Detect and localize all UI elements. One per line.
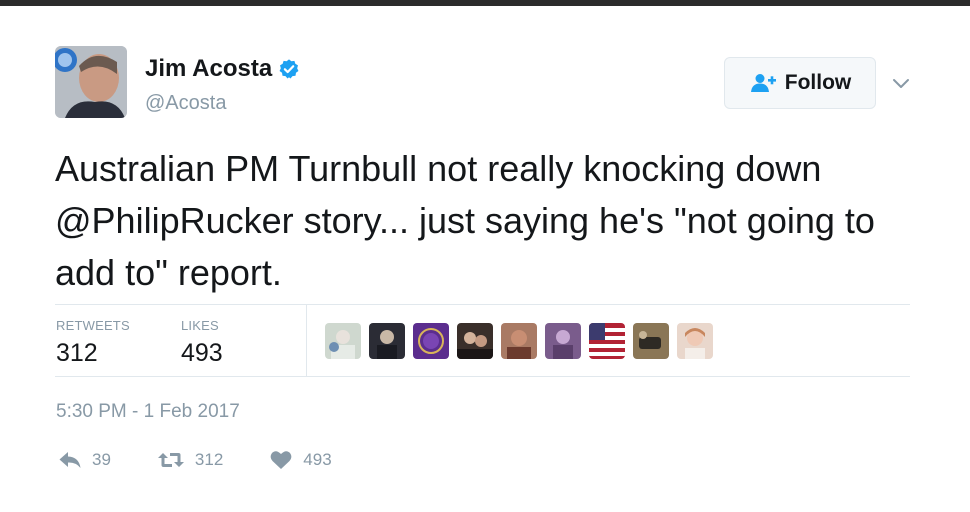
follow-button[interactable]: Follow (724, 57, 876, 109)
chevron-down-icon[interactable] (888, 72, 914, 94)
liker-avatar[interactable] (545, 323, 581, 359)
like-count: 493 (303, 450, 332, 469)
retweet-icon (157, 453, 184, 467)
tweet-actions: 39 312 493 (58, 449, 378, 471)
tweet-timestamp[interactable]: 5:30 PM - 1 Feb 2017 (56, 401, 240, 423)
retweet-button[interactable]: 312 (157, 450, 223, 470)
reply-icon (59, 452, 81, 468)
top-edge (0, 0, 970, 6)
liker-avatar[interactable] (325, 323, 361, 359)
liker-avatar[interactable] (457, 323, 493, 359)
heart-icon (270, 451, 292, 469)
person-plus-icon (750, 74, 776, 92)
retweets-label: RETWEETS (56, 318, 130, 333)
retweets-stat[interactable]: RETWEETS 312 (56, 318, 130, 368)
retweets-count: 312 (56, 339, 98, 367)
likes-count: 493 (181, 339, 223, 367)
author-avatar[interactable] (55, 46, 127, 118)
stats-divider (306, 305, 307, 376)
retweet-count: 312 (194, 450, 224, 469)
reply-button[interactable]: 39 (58, 450, 111, 470)
divider (55, 304, 910, 305)
liker-avatar[interactable] (589, 323, 625, 359)
tweet-text: Australian PM Turnbull not really knocki… (55, 148, 875, 293)
liker-avatar[interactable] (633, 323, 669, 359)
reply-count: 39 (92, 450, 111, 469)
likes-label: LIKES (181, 318, 219, 333)
follow-label: Follow (784, 71, 852, 94)
author-handle[interactable]: @Acosta (145, 92, 226, 115)
author-name[interactable]: Jim Acosta (145, 55, 272, 83)
liker-avatar[interactable] (501, 323, 537, 359)
like-button[interactable]: 493 (269, 449, 332, 471)
verified-badge-icon (279, 59, 299, 79)
likes-stat[interactable]: LIKES 493 (181, 318, 223, 368)
liker-avatar[interactable] (677, 323, 713, 359)
divider (55, 376, 910, 377)
liker-avatars (325, 323, 721, 359)
liker-avatar[interactable] (413, 323, 449, 359)
liker-avatar[interactable] (369, 323, 405, 359)
